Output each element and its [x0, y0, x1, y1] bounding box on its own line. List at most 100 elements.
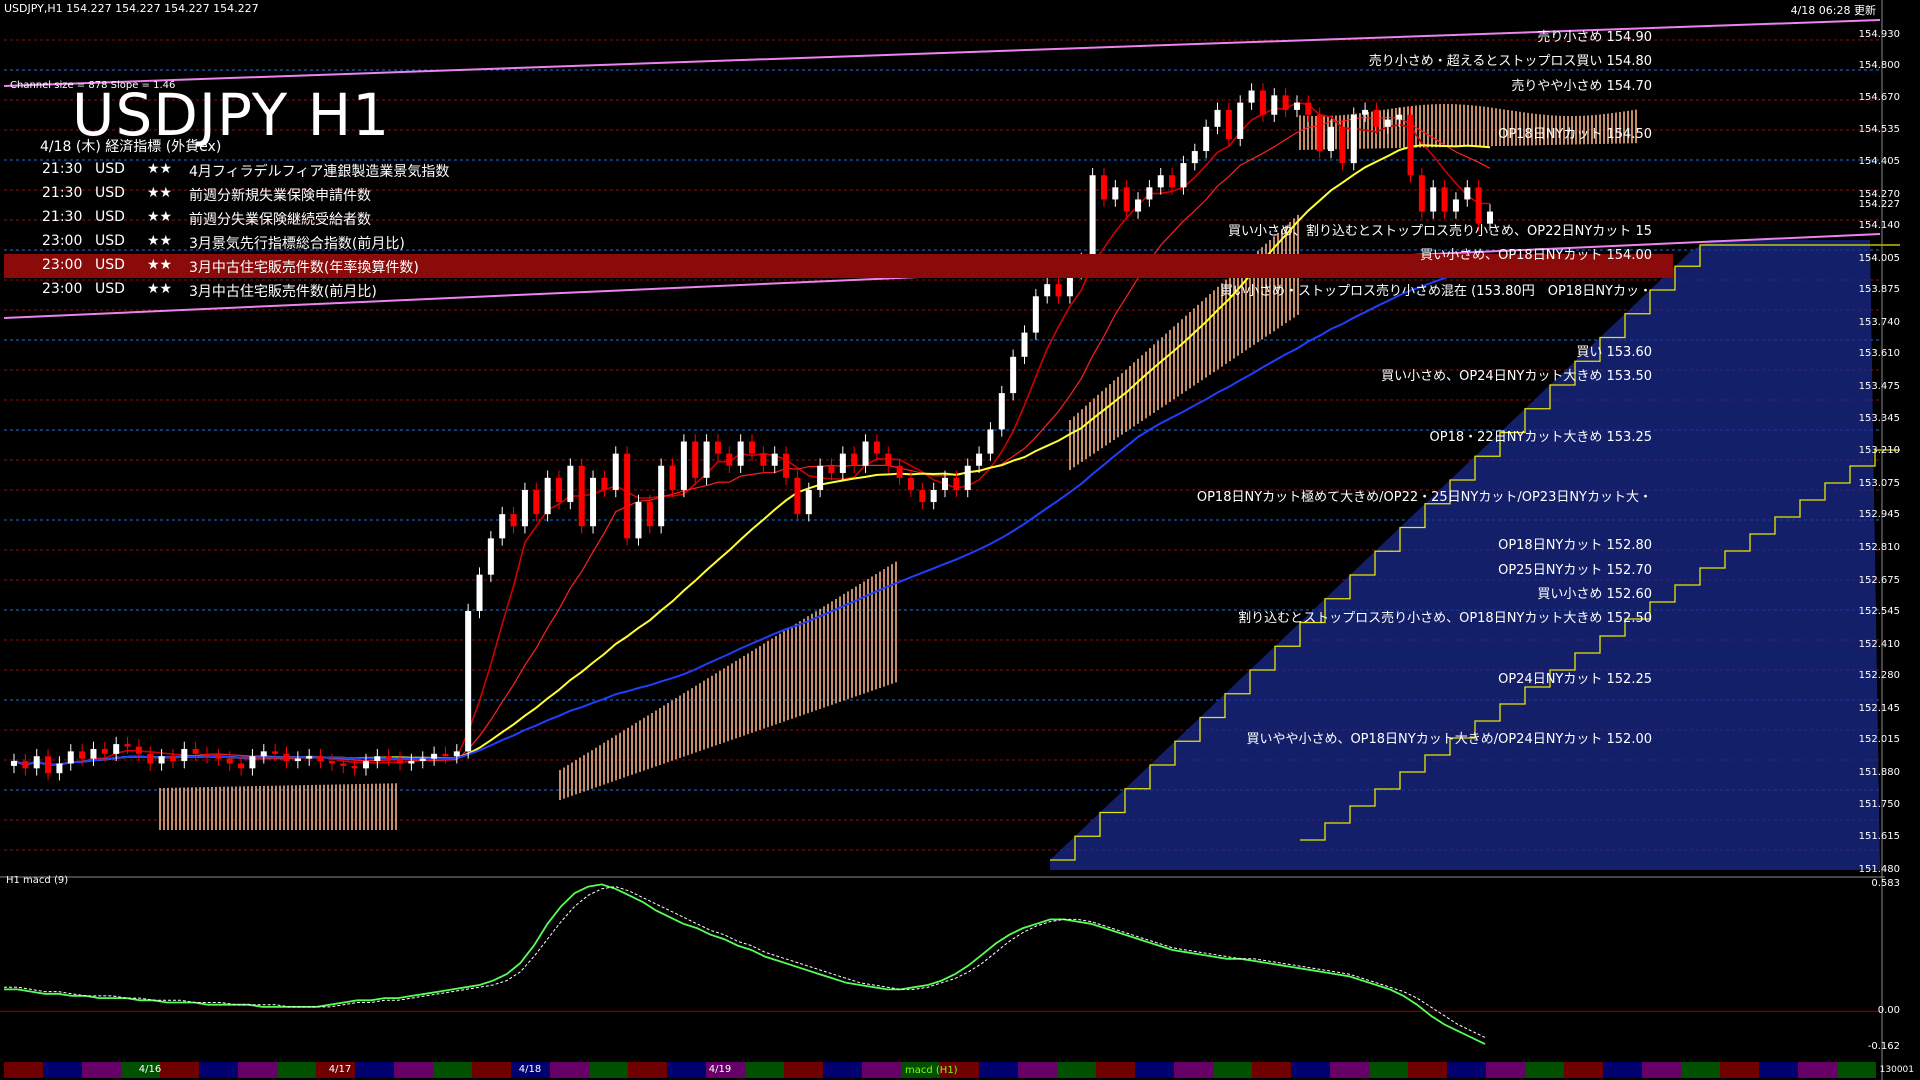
session-bar — [433, 1062, 472, 1078]
session-bar — [628, 1062, 667, 1078]
date-label: 4/18 — [518, 1064, 542, 1075]
candle-body — [487, 538, 494, 575]
session-bar — [1018, 1062, 1057, 1078]
event-name: 3月中古住宅販売件数(年率換算件数) — [189, 260, 419, 276]
session-bar — [550, 1062, 589, 1078]
event-stars: ★★ — [147, 233, 173, 249]
events-heading: 4/18 (木) 経済指標 (外貨ex) — [40, 139, 222, 155]
price-annotation: 買い小さめ、OP24日NYカット大きめ 153.50 — [1381, 369, 1652, 384]
candle-body — [612, 453, 619, 490]
candle-body — [726, 453, 733, 466]
price-tick: 154.535 — [1858, 124, 1900, 136]
price-tick: 152.945 — [1858, 509, 1900, 521]
candle-body — [1225, 109, 1232, 139]
bottom-counter: 130001 — [1879, 1065, 1914, 1075]
candle-body — [1237, 102, 1244, 139]
session-bar — [1369, 1062, 1408, 1078]
candle-body — [181, 748, 188, 762]
event-currency: USD — [95, 185, 125, 201]
price-tick: 153.345 — [1858, 412, 1900, 424]
candle-body — [465, 610, 472, 752]
event-time: 23:00 — [42, 257, 83, 273]
session-bar — [745, 1062, 784, 1078]
price-tick: 154.405 — [1858, 155, 1900, 167]
event-row: 21:30 USD ★★ 4月フィラデルフィア連銀製造業景気指数 — [4, 158, 1673, 182]
macd-panel — [0, 876, 1885, 1045]
candle-body — [930, 489, 937, 503]
candle-body — [90, 748, 97, 759]
candle-body — [794, 477, 801, 515]
price-tick: 153.610 — [1858, 348, 1900, 360]
price-annotation: 買い小さめ、OP18日NYカット 154.00 — [1420, 247, 1652, 263]
candle-body — [408, 761, 415, 764]
candle-body — [317, 756, 324, 762]
candle-body — [817, 465, 824, 490]
price-annotation: OP24日NYカット 152.25 — [1498, 671, 1652, 687]
candle-body — [851, 453, 858, 466]
candle-body — [658, 465, 665, 527]
candle-body — [544, 477, 551, 515]
candle-body — [964, 465, 971, 490]
candle-body — [158, 756, 165, 764]
candle-body — [749, 441, 755, 454]
price-annotation: OP18・22日NYカット大きめ 153.25 — [1429, 429, 1652, 445]
price-tick: 152.410 — [1858, 638, 1900, 650]
candle-body — [215, 756, 222, 759]
price-tick: 153.875 — [1858, 284, 1900, 296]
candle-body — [328, 761, 335, 764]
candle-body — [374, 756, 381, 762]
price-annotation: 売り小さめ 154.90 — [1537, 30, 1652, 46]
candle-body — [839, 453, 846, 473]
price-annotation: 買い小さめ・ストップロス売り小さめ混在 (153.80円 OP18日NYカッ・ — [1220, 284, 1652, 300]
session-bar — [862, 1062, 901, 1078]
event-stars: ★★ — [147, 161, 173, 177]
event-name: 3月中古住宅販売件数(前月比) — [189, 284, 377, 300]
price-tick: 151.615 — [1858, 831, 1900, 843]
date-label: 4/19 — [708, 1064, 732, 1075]
candle-body — [805, 489, 812, 515]
candle-body — [238, 763, 245, 769]
event-currency: USD — [95, 257, 125, 273]
candle-body — [67, 751, 74, 764]
candle-body — [476, 574, 483, 611]
candle-body — [135, 746, 142, 754]
price-annotation: OP18日NYカット極めて大きめ/OP22・25日NYカット/OP23日NYカッ… — [1196, 490, 1652, 506]
candle-body — [192, 748, 199, 754]
candle-body — [79, 751, 86, 759]
price-tick: 153.210 — [1858, 445, 1900, 457]
session-bar — [1525, 1062, 1564, 1078]
session-bar — [1447, 1062, 1486, 1078]
price-tick: 154.930 — [1858, 28, 1900, 40]
indicator-tab[interactable]: macd (H1) — [905, 1065, 958, 1076]
price-tick: 154.800 — [1858, 60, 1900, 72]
candle-body — [1010, 356, 1017, 394]
candle-body — [56, 763, 63, 774]
candle-body — [976, 453, 983, 466]
candle-body — [953, 477, 960, 490]
session-bar — [1564, 1062, 1603, 1078]
candle-body — [885, 453, 892, 466]
event-currency: USD — [95, 233, 125, 249]
session-bar — [1096, 1062, 1135, 1078]
session-bar — [277, 1062, 316, 1078]
candle-body — [998, 393, 1005, 430]
price-annotation: 買い 153.60 — [1576, 344, 1652, 360]
price-annotation: OP18日NYカット 154.50 — [1498, 126, 1652, 142]
candle-body — [601, 477, 608, 490]
event-stars: ★★ — [147, 185, 173, 201]
candle-body — [646, 502, 653, 527]
session-bar — [43, 1062, 82, 1078]
macd-tick: -0.162 — [1867, 1040, 1900, 1052]
session-bar — [1681, 1062, 1720, 1078]
update-time: 4/18 06:28 更新 — [1790, 4, 1876, 17]
candle-body — [692, 441, 699, 478]
candle-body — [783, 453, 790, 478]
candle-body — [124, 744, 131, 747]
candle-body — [760, 453, 767, 466]
event-stars: ★★ — [147, 281, 173, 297]
price-annotation: 買いやや小さめ、OP18日NYカット大きめ/OP24日NYカット 152.00 — [1246, 732, 1652, 748]
candle-body — [283, 753, 290, 762]
candle-body — [11, 761, 17, 766]
candle-body — [442, 753, 449, 757]
session-bar — [1642, 1062, 1681, 1078]
